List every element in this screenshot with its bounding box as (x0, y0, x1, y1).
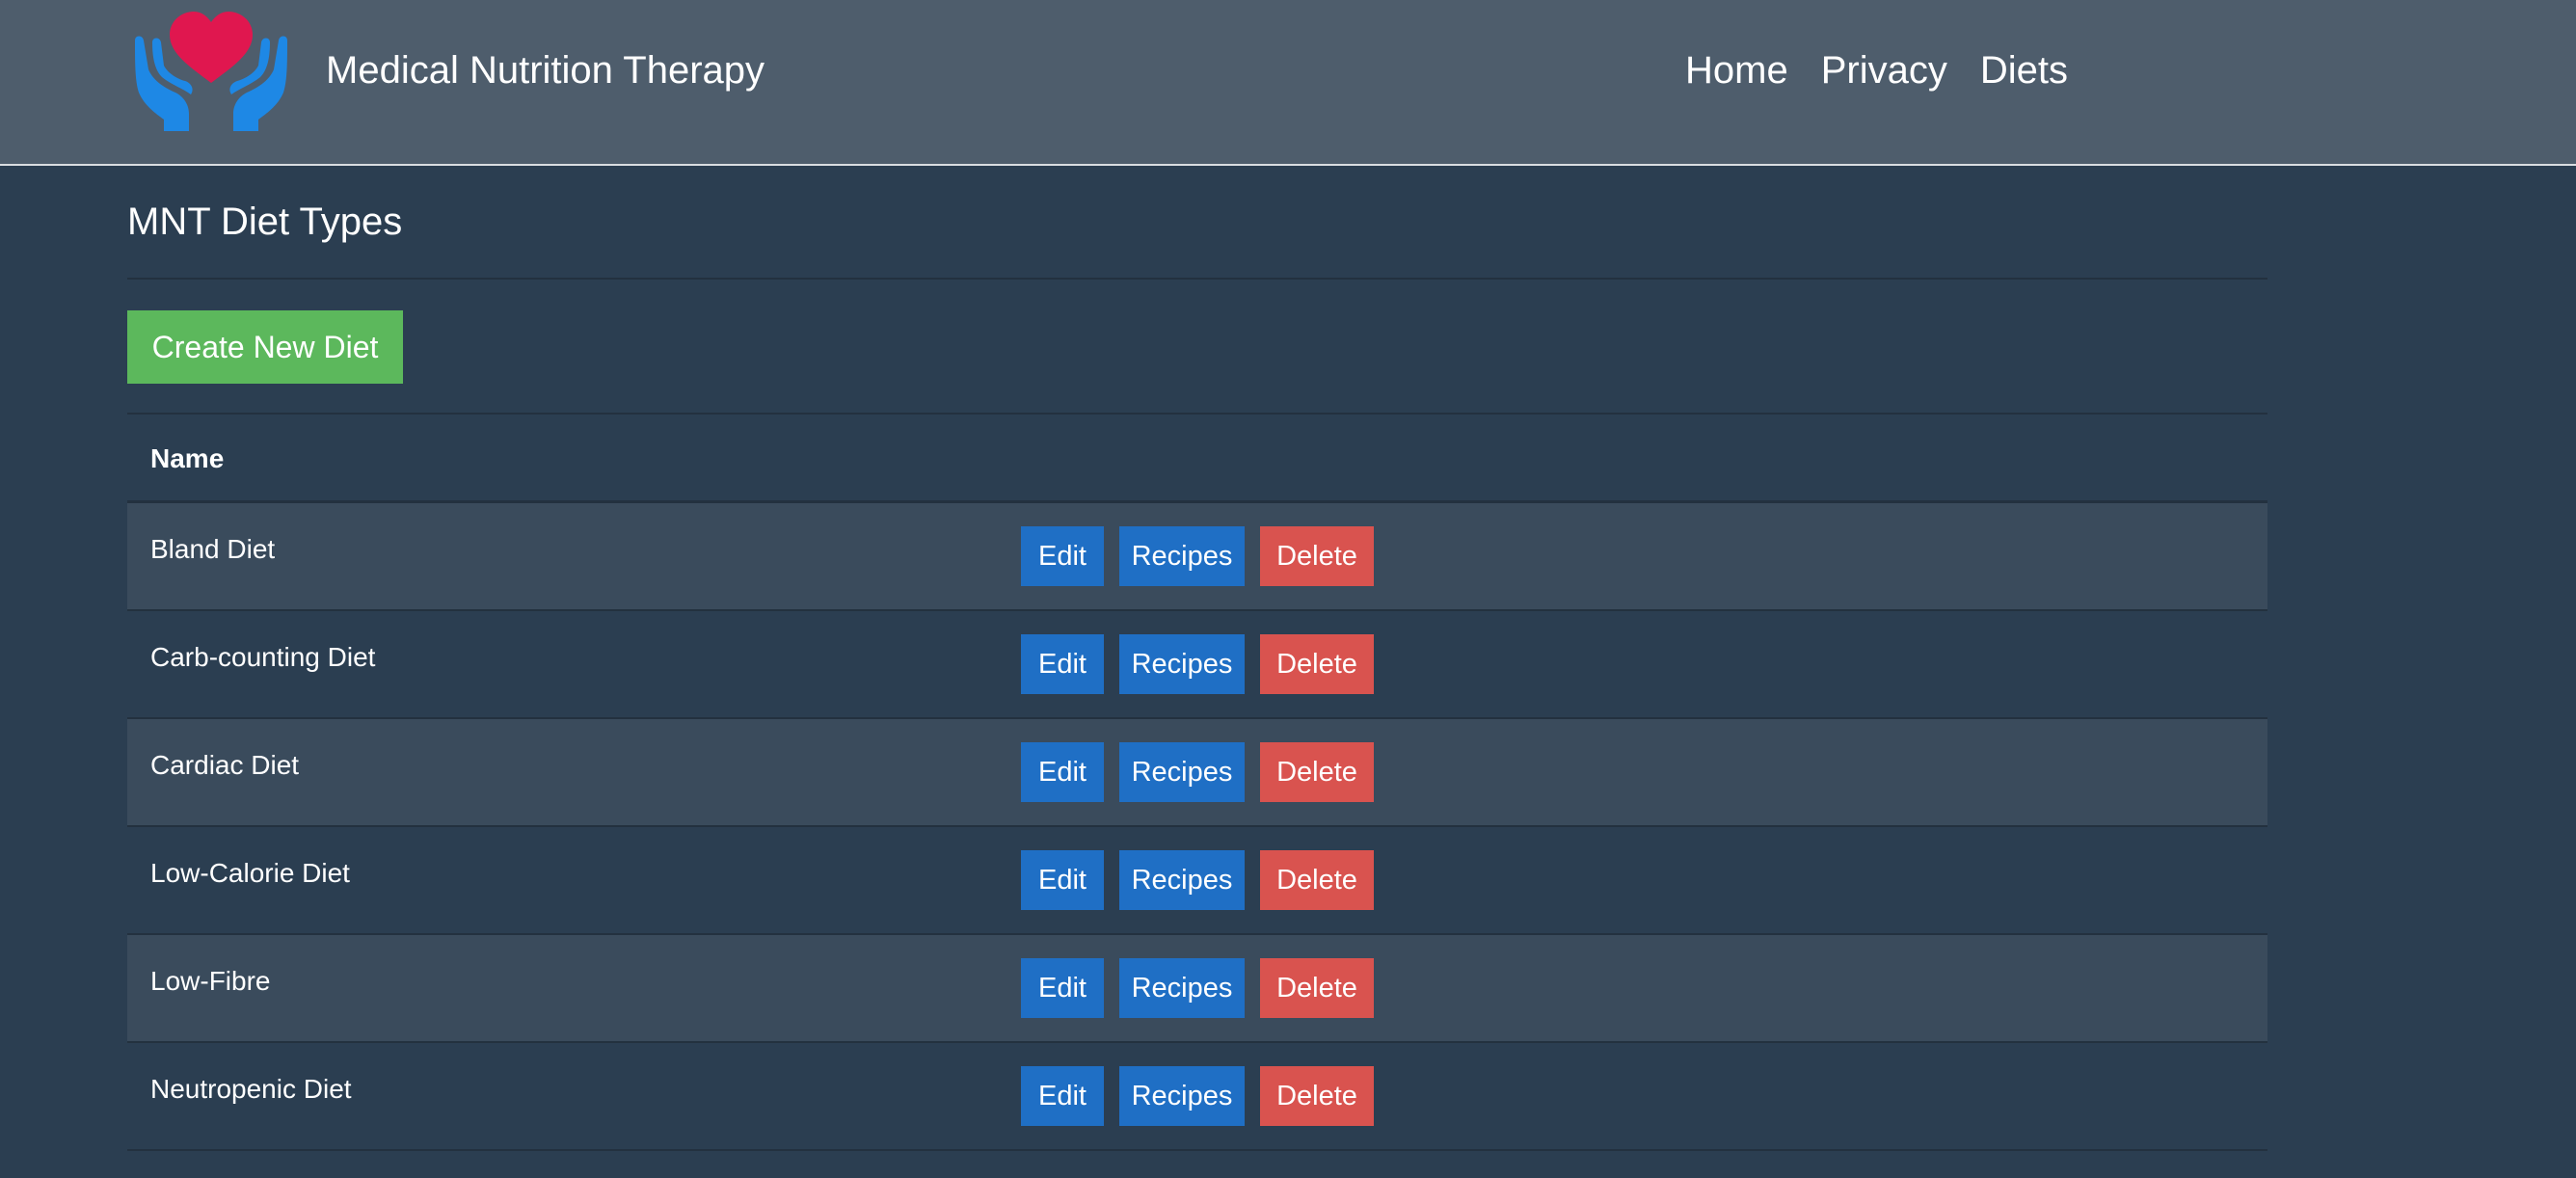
diet-name: Cardiac Diet (150, 750, 300, 780)
diet-table: Name Bland Diet Edit Recipes Delete Carb… (127, 413, 2267, 1151)
main-nav: Home Privacy Diets (1685, 43, 2068, 97)
edit-button[interactable]: Edit (1021, 850, 1104, 910)
row-actions: Edit Recipes Delete (1021, 634, 1374, 694)
edit-button[interactable]: Edit (1021, 634, 1104, 694)
page-title: MNT Diet Types (127, 201, 403, 243)
table-row: Bland Diet Edit Recipes Delete (127, 503, 2267, 611)
table-row: Carb-counting Diet Edit Recipes Delete (127, 611, 2267, 719)
edit-button[interactable]: Edit (1021, 958, 1104, 1018)
table-row: Cardiac Diet Edit Recipes Delete (127, 719, 2267, 827)
table-row: Neutropenic Diet Edit Recipes Delete (127, 1043, 2267, 1151)
table-row: Low-Fibre Edit Recipes Delete (127, 935, 2267, 1043)
brand-title[interactable]: Medical Nutrition Therapy (326, 43, 765, 97)
delete-button[interactable]: Delete (1260, 1066, 1374, 1126)
nav-home-link[interactable]: Home (1685, 43, 1788, 97)
navbar: Medical Nutrition Therapy Home Privacy D… (0, 0, 2576, 166)
row-actions: Edit Recipes Delete (1021, 1066, 1374, 1126)
row-actions: Edit Recipes Delete (1021, 850, 1374, 910)
recipes-button[interactable]: Recipes (1119, 850, 1245, 910)
create-new-diet-button[interactable]: Create New Diet (127, 310, 403, 384)
edit-button[interactable]: Edit (1021, 526, 1104, 586)
delete-button[interactable]: Delete (1260, 850, 1374, 910)
recipes-button[interactable]: Recipes (1119, 742, 1245, 802)
row-actions: Edit Recipes Delete (1021, 958, 1374, 1018)
nav-diets-link[interactable]: Diets (1980, 43, 2068, 97)
edit-button[interactable]: Edit (1021, 742, 1104, 802)
divider (127, 278, 2267, 280)
row-actions: Edit Recipes Delete (1021, 742, 1374, 802)
diet-name: Neutropenic Diet (150, 1074, 352, 1104)
diet-name: Low-Calorie Diet (150, 858, 350, 888)
diet-name: Bland Diet (150, 534, 276, 564)
table-row: Low-Calorie Diet Edit Recipes Delete (127, 827, 2267, 935)
recipes-button[interactable]: Recipes (1119, 634, 1245, 694)
delete-button[interactable]: Delete (1260, 526, 1374, 586)
column-header-name: Name (150, 443, 225, 473)
delete-button[interactable]: Delete (1260, 742, 1374, 802)
recipes-button[interactable]: Recipes (1119, 526, 1245, 586)
diet-name: Carb-counting Diet (150, 642, 376, 672)
table-header: Name (127, 413, 2267, 503)
recipes-button[interactable]: Recipes (1119, 1066, 1245, 1126)
delete-button[interactable]: Delete (1260, 958, 1374, 1018)
recipes-button[interactable]: Recipes (1119, 958, 1245, 1018)
diet-name: Low-Fibre (150, 966, 271, 996)
delete-button[interactable]: Delete (1260, 634, 1374, 694)
nav-privacy-link[interactable]: Privacy (1821, 43, 1947, 97)
row-actions: Edit Recipes Delete (1021, 526, 1374, 586)
heart-in-hands-icon[interactable] (133, 8, 289, 133)
edit-button[interactable]: Edit (1021, 1066, 1104, 1126)
